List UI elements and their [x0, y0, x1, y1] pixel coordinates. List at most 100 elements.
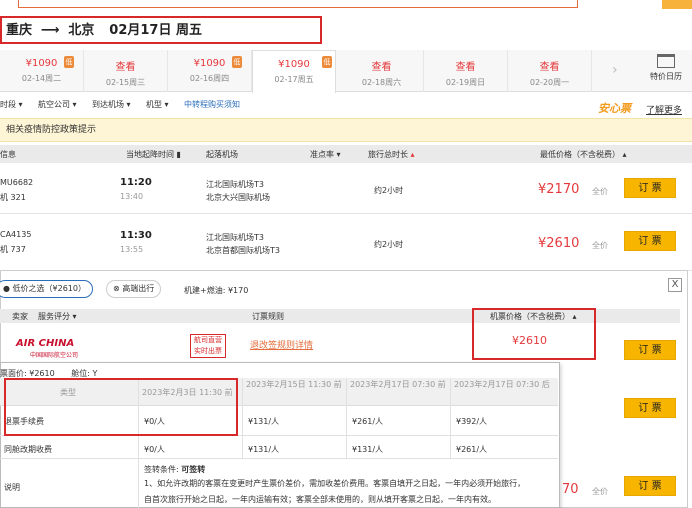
- date-tab-price: 查看: [455, 62, 476, 73]
- sub-service[interactable]: 服务评分 ▾: [38, 311, 77, 322]
- col-time[interactable]: 当地起降时间 ▮: [126, 149, 181, 160]
- price-tag: 全价: [592, 487, 608, 496]
- air-china-logo: AIR CHINA: [16, 338, 75, 349]
- col-info: 信息: [0, 150, 16, 159]
- low-badge: 低: [64, 56, 74, 68]
- fee-cell: ¥0/人: [144, 445, 165, 454]
- dep-time: 11:20: [120, 177, 152, 188]
- fee-cell: ¥131/人: [248, 445, 280, 454]
- col-duration[interactable]: 旅行总时长 ▴: [368, 149, 415, 160]
- date-tab-date: 02-20周一: [529, 78, 570, 87]
- fee-cell: ¥261/人: [456, 445, 488, 454]
- flight-number: MU6682: [0, 178, 34, 187]
- date-tab[interactable]: 查看 02-15周三: [84, 50, 168, 92]
- filter-arrive-airport[interactable]: 到达机场 ▾: [92, 98, 131, 112]
- flight-row: [0, 215, 692, 271]
- sub-rules: 订票规则: [252, 312, 284, 321]
- notice-text: 相关疫情防控政策提示: [6, 125, 97, 135]
- col-airport: 起落机场: [206, 150, 238, 159]
- special-calendar-button[interactable]: 特价日历: [640, 54, 692, 90]
- duration: 约2小时: [374, 240, 404, 249]
- arr-airport: 北京大兴国际机场: [206, 193, 270, 202]
- book-button[interactable]: 订 票: [624, 476, 676, 496]
- lowest-price: ¥2610: [538, 236, 580, 251]
- epidemic-notice[interactable]: 相关疫情防控政策提示: [0, 118, 692, 142]
- book-button[interactable]: 订 票: [624, 340, 676, 360]
- next-dates-arrow-icon[interactable]: ›: [612, 62, 622, 78]
- date-tab[interactable]: 查看 02-19周日: [424, 50, 508, 92]
- search-button[interactable]: [662, 0, 692, 9]
- badge-line: 实时出票: [194, 347, 222, 355]
- low-badge: 低: [232, 56, 242, 68]
- date-tab[interactable]: 查看 02-20周一: [508, 50, 592, 92]
- filter-plane[interactable]: 机型 ▾: [146, 98, 169, 112]
- fee-cell: ¥131/人: [352, 445, 384, 454]
- flight-number: CA4135: [0, 230, 32, 239]
- note-label: 说明: [4, 483, 20, 492]
- plane-type[interactable]: 机 321: [0, 192, 26, 203]
- col-time-label: 当地起降时间: [126, 150, 174, 159]
- high-end-option[interactable]: ⊗ 高端出行: [106, 280, 162, 298]
- low-price-option[interactable]: ● 低价之选（¥2610）: [0, 280, 93, 298]
- date-tab-date: 02-19周日: [445, 78, 486, 87]
- partial-price: 70: [562, 482, 579, 497]
- description-line: 自首次旅行开始之日起，一年内运输有效；客票全部未使用的，则从填开客票之日起，一年…: [144, 495, 496, 504]
- refund-rules-link[interactable]: 退改签规则详情: [250, 338, 313, 351]
- panel-price: ¥2610: [512, 334, 547, 347]
- fee-cell: ¥392/人: [456, 417, 488, 426]
- tax-note: 机建+燃油: ¥170: [184, 286, 249, 295]
- book-button[interactable]: 订 票: [624, 178, 676, 198]
- price-tag: 全价: [592, 187, 608, 196]
- lowest-price: ¥2170: [538, 182, 580, 197]
- date-tab[interactable]: 查看 02-18周六: [340, 50, 424, 92]
- fare-label: 票面价: ¥2610: [0, 369, 55, 378]
- col-divider: [346, 378, 347, 458]
- sign-condition: 签转条件: 可签转: [144, 464, 205, 475]
- calendar-label: 特价日历: [650, 72, 682, 81]
- fee-cell: ¥261/人: [352, 417, 384, 426]
- anxin-title: 安心票: [598, 102, 631, 115]
- date-tab-price: 查看: [371, 62, 392, 73]
- highlight-box: [4, 378, 238, 436]
- cabin-label: 舱位: Y: [71, 369, 98, 378]
- filter-label: 时段: [0, 100, 16, 109]
- close-icon[interactable]: X: [668, 278, 682, 292]
- pill-label: 低价之选（¥2610）: [12, 284, 86, 293]
- filter-label: 航空公司: [38, 100, 70, 109]
- book-button[interactable]: 订 票: [624, 398, 676, 418]
- route-header: 重庆 ⟶ 北京 02月17日 周五: [0, 16, 322, 44]
- date-tab-price: 查看: [539, 62, 560, 73]
- col-header: 2023年2月17日 07:30 后: [454, 380, 550, 389]
- sub-seller: 卖家: [12, 312, 28, 321]
- calendar-icon: [657, 54, 675, 68]
- arr-time: 13:55: [120, 245, 144, 254]
- date-tab-date: 02-14周二: [21, 74, 62, 83]
- pill-label: 高端出行: [122, 284, 155, 293]
- arr-airport: 北京首都国际机场T3: [206, 246, 280, 255]
- dep-time: 11:30: [120, 230, 152, 241]
- fee-cell: ¥131/人: [248, 417, 280, 426]
- sign-value: 可签转: [181, 465, 206, 474]
- col-divider: [450, 378, 451, 458]
- col-divider: [242, 378, 243, 458]
- route-arrow: ⟶: [40, 23, 60, 38]
- direct-sale-badge: 航司直营 实时出票: [190, 334, 226, 358]
- date-tab-date: 02-18周六: [361, 78, 402, 87]
- search-input[interactable]: [18, 0, 578, 8]
- arr-time: 13:40: [120, 192, 144, 201]
- transfer-notice-link[interactable]: 中转程购买须知: [184, 98, 240, 112]
- plane-type[interactable]: 机 737: [0, 244, 26, 255]
- col-price-label: 最低价格（不含税费）: [540, 150, 620, 159]
- book-button[interactable]: 订 票: [624, 231, 676, 251]
- col-ontime[interactable]: 准点率 ▾: [310, 149, 341, 160]
- sub-service-label: 服务评分: [38, 312, 70, 321]
- date-tab-date: 02-15周三: [105, 78, 146, 87]
- air-china-subtitle: 中国国际航空公司: [30, 352, 79, 359]
- filter-label: 机型: [146, 100, 162, 109]
- learn-more-link[interactable]: 了解更多: [646, 103, 682, 116]
- filter-airline[interactable]: 航空公司 ▾: [38, 98, 77, 112]
- route-to: 北京: [68, 23, 95, 38]
- filter-depart-time[interactable]: 时段 ▾: [0, 98, 23, 112]
- price-tag: 全价: [592, 241, 608, 250]
- col-price[interactable]: 最低价格（不含税费） ▴: [540, 149, 627, 160]
